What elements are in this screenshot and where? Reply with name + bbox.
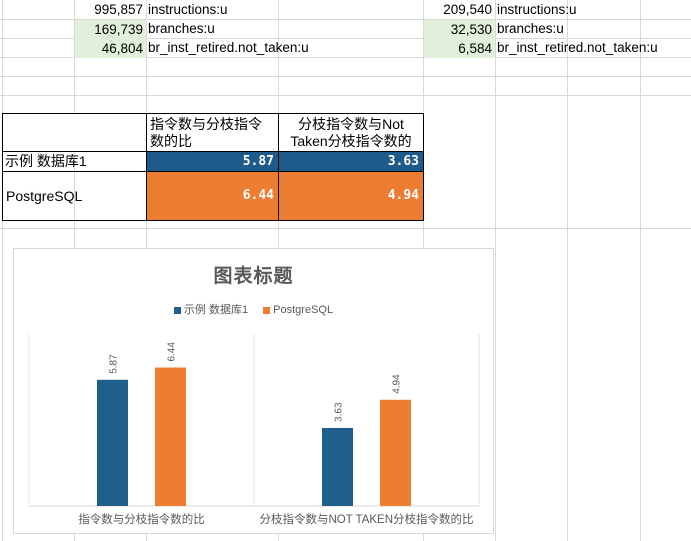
column-header[interactable]: 指令数与分枝指令数的比 [146,113,279,152]
table-value[interactable]: 3.63 [278,151,424,172]
cell-value[interactable]: 209,540 [423,0,495,19]
cell-value[interactable]: 169,739 [75,20,146,39]
table-value[interactable]: 4.94 [278,171,424,221]
cell-value[interactable]: 995,857 [74,0,146,19]
cell-value[interactable]: 46,804 [75,39,146,58]
row-label[interactable]: PostgreSQL [2,171,147,221]
row-label[interactable]: 示例 数据库1 [2,151,147,172]
bar [322,427,353,506]
data-label: 3.63 [334,402,345,422]
bar-chart[interactable]: 图表标题 示例 数据库1 PostgreSQL 5.87 6.44 指令数与分枝指令… [13,248,494,534]
cell-value[interactable]: 32,530 [424,20,495,39]
column-header[interactable]: 分枝指令数与Not Taken分枝指令数的 [278,113,424,152]
data-label: 5.87 [109,354,120,374]
cell-label[interactable]: instructions:u [497,0,687,19]
category-label: 分枝指令数与NOT TAKEN分枝指令数的比 [259,512,473,526]
cell-label[interactable]: instructions:u [148,0,348,19]
cell-label[interactable]: br_inst_retired.not_taken:u [148,38,368,57]
cell-value[interactable]: 6,584 [424,39,495,58]
data-label: 4.94 [392,374,403,394]
bar [380,399,411,506]
table-value[interactable]: 6.44 [146,171,279,221]
bar [97,379,128,506]
cell-label[interactable]: br_inst_retired.not_taken:u [497,38,687,57]
category-label: 指令数与分枝指令数的比 [78,512,205,526]
table-corner-cell[interactable] [2,113,147,152]
data-label: 6.44 [167,342,178,362]
cell-label[interactable]: branches:u [497,19,687,38]
bar [155,367,186,506]
table-value[interactable]: 5.87 [146,151,279,172]
cell-label[interactable]: branches:u [148,19,348,38]
chart-plot-area: 5.87 6.44 指令数与分枝指令数的比 3.63 4.94 分枝指令数与NOT TAK… [28,334,480,526]
